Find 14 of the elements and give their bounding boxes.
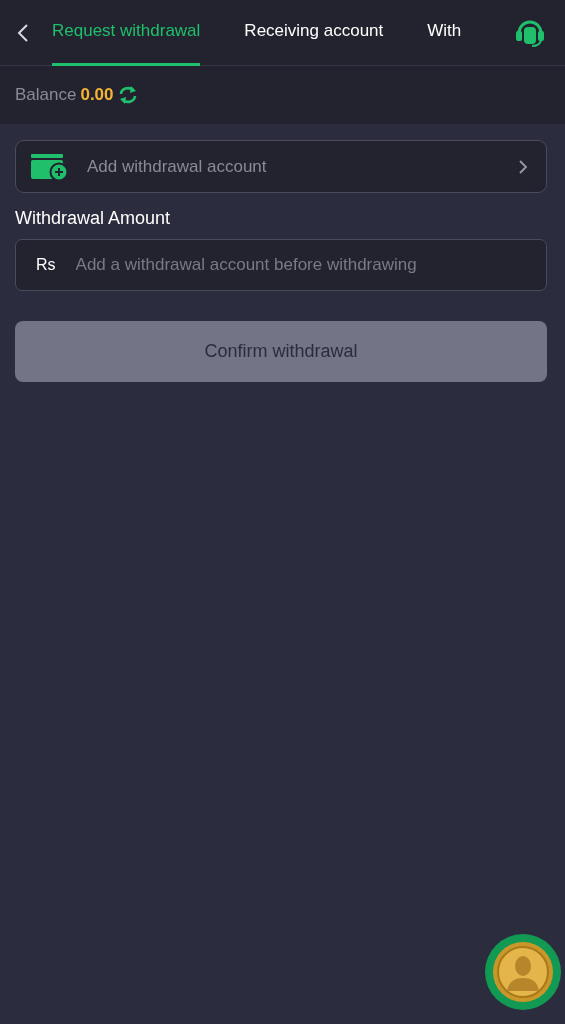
currency-label: Rs bbox=[36, 256, 56, 274]
chevron-right-icon bbox=[518, 158, 528, 175]
amount-input[interactable]: Add a withdrawal account before withdrawing bbox=[75, 255, 530, 275]
agent-avatar-icon bbox=[492, 941, 554, 1003]
balance-label: Balance bbox=[15, 85, 77, 105]
balance-value: 0.00 bbox=[80, 85, 114, 105]
amount-label: Withdrawal Amount bbox=[15, 208, 172, 229]
tab[interactable]: With bbox=[427, 0, 462, 66]
tab[interactable]: Receiving account bbox=[244, 0, 384, 66]
chevron-left-icon bbox=[16, 22, 30, 43]
wallet-add-icon bbox=[31, 152, 69, 181]
add-account-row[interactable]: Add withdrawal account bbox=[15, 140, 547, 193]
amount-field[interactable]: Rs Add a withdrawal account before withdrawing bbox=[15, 239, 547, 291]
refresh-icon[interactable] bbox=[117, 86, 138, 104]
